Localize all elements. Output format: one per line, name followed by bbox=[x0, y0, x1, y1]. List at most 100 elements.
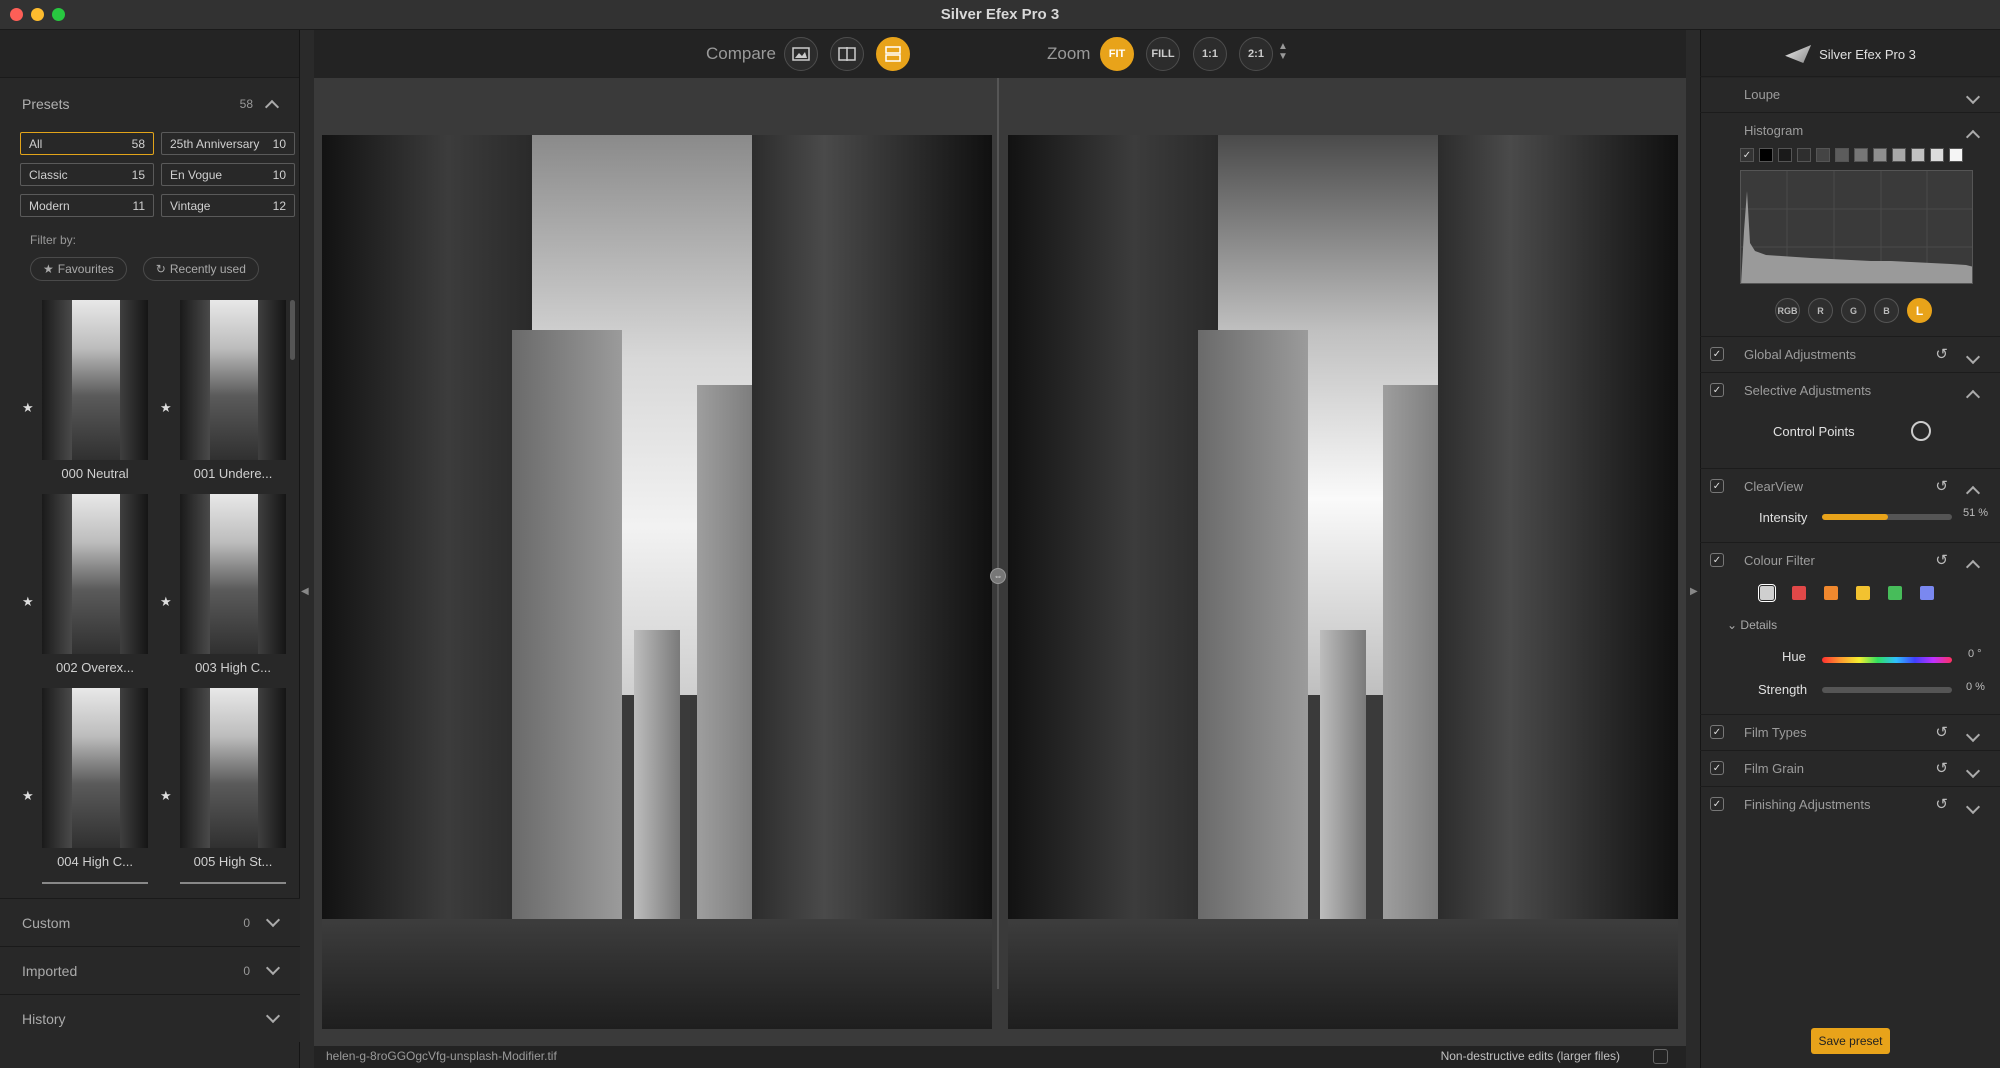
colour-filter-swatch[interactable] bbox=[1824, 586, 1838, 600]
zoom-stepper-icon[interactable]: ▲ ▼ bbox=[1278, 42, 1288, 62]
after-image[interactable] bbox=[1008, 135, 1678, 1029]
preset-thumbnail[interactable]: 001 Undere... bbox=[180, 300, 286, 481]
compare-single-view-button[interactable] bbox=[784, 37, 818, 71]
save-preset-button[interactable]: Save preset bbox=[1811, 1028, 1890, 1054]
channel-l-button[interactable]: L bbox=[1907, 298, 1932, 323]
tone-swatch[interactable] bbox=[1778, 148, 1792, 162]
chevron-down-icon[interactable] bbox=[1965, 727, 1981, 743]
preset-thumbnail[interactable]: 002 Overex... bbox=[42, 494, 148, 675]
zoom-window-button[interactable] bbox=[52, 8, 65, 21]
colour-filter-checkbox[interactable]: ✓ bbox=[1710, 553, 1724, 567]
tone-swatch[interactable] bbox=[1797, 148, 1811, 162]
preset-thumbnail-partial[interactable] bbox=[180, 882, 286, 884]
channel-r-button[interactable]: R bbox=[1808, 298, 1833, 323]
clearview-checkbox[interactable]: ✓ bbox=[1710, 479, 1724, 493]
colour-filter-swatch[interactable] bbox=[1920, 586, 1934, 600]
chevron-down-icon[interactable] bbox=[1965, 799, 1981, 815]
film-grain-checkbox[interactable]: ✓ bbox=[1710, 761, 1724, 775]
histogram-section[interactable]: Histogram bbox=[1700, 112, 2000, 148]
channel-rgb-button[interactable]: RGB bbox=[1775, 298, 1800, 323]
global-adjustments-section[interactable]: ✓ Global Adjustments ↺ bbox=[1700, 336, 2000, 372]
selective-adjustments-checkbox[interactable]: ✓ bbox=[1710, 383, 1724, 397]
reset-icon[interactable]: ↺ bbox=[1935, 795, 1948, 813]
compare-side-by-side-button[interactable] bbox=[876, 37, 910, 71]
non-destructive-checkbox[interactable] bbox=[1653, 1049, 1668, 1064]
favourite-star-icon[interactable]: ★ bbox=[160, 594, 172, 610]
finishing-adjustments-checkbox[interactable]: ✓ bbox=[1710, 797, 1724, 811]
chevron-down-icon[interactable] bbox=[1965, 349, 1981, 365]
check-icon[interactable]: ✓ bbox=[1740, 148, 1754, 162]
film-types-section[interactable]: ✓ Film Types ↺ bbox=[1700, 714, 2000, 750]
global-adjustments-checkbox[interactable]: ✓ bbox=[1710, 347, 1724, 361]
tone-swatch[interactable] bbox=[1835, 148, 1849, 162]
recently-used-chip[interactable]: ↻ Recently used bbox=[142, 257, 259, 281]
tone-swatch[interactable] bbox=[1873, 148, 1887, 162]
clearview-section[interactable]: ✓ ClearView ↺ bbox=[1700, 468, 2000, 504]
tone-swatch[interactable] bbox=[1854, 148, 1868, 162]
category-modern[interactable]: Modern 11 bbox=[20, 194, 154, 217]
imported-section[interactable]: Imported 0 bbox=[0, 946, 300, 994]
category-vintage[interactable]: Vintage 12 bbox=[161, 194, 295, 217]
history-section[interactable]: History bbox=[0, 994, 300, 1042]
chevron-down-icon[interactable] bbox=[265, 1008, 281, 1023]
reset-icon[interactable]: ↺ bbox=[1935, 723, 1948, 741]
category-en-vogue[interactable]: En Vogue 10 bbox=[161, 163, 295, 186]
tone-swatch[interactable] bbox=[1949, 148, 1963, 162]
tone-swatch[interactable] bbox=[1759, 148, 1773, 162]
favourite-star-icon[interactable]: ★ bbox=[22, 594, 34, 610]
zoom-1-1-button[interactable]: 1:1 bbox=[1193, 37, 1227, 71]
chevron-up-icon[interactable] bbox=[1965, 559, 1981, 575]
chevron-down-icon[interactable] bbox=[265, 960, 281, 975]
favourite-star-icon[interactable]: ★ bbox=[160, 788, 172, 804]
favourite-star-icon[interactable]: ★ bbox=[160, 400, 172, 416]
selective-adjustments-section[interactable]: ✓ Selective Adjustments bbox=[1700, 372, 2000, 408]
colour-filter-swatch[interactable] bbox=[1758, 584, 1776, 602]
film-grain-section[interactable]: ✓ Film Grain ↺ bbox=[1700, 750, 2000, 786]
presets-header[interactable]: Presets 58 bbox=[0, 78, 299, 130]
collapse-left-panel-icon[interactable]: ◀ bbox=[301, 586, 309, 597]
colour-filter-swatch[interactable] bbox=[1792, 586, 1806, 600]
custom-section[interactable]: Custom 0 bbox=[0, 898, 300, 946]
zoom-fill-button[interactable]: FILL bbox=[1146, 37, 1180, 71]
preset-thumbnail-partial[interactable] bbox=[42, 882, 148, 884]
chevron-up-icon[interactable] bbox=[1965, 129, 1981, 145]
compare-divider[interactable] bbox=[997, 78, 999, 989]
film-types-checkbox[interactable]: ✓ bbox=[1710, 725, 1724, 739]
tone-swatch[interactable] bbox=[1930, 148, 1944, 162]
before-image[interactable] bbox=[322, 135, 992, 1029]
category-all[interactable]: All 58 bbox=[20, 132, 154, 155]
zoom-2-1-button[interactable]: 2:1 bbox=[1239, 37, 1273, 71]
reset-icon[interactable]: ↺ bbox=[1935, 477, 1948, 495]
category-25th-anniversary[interactable]: 25th Anniversary 10 bbox=[161, 132, 295, 155]
colour-filter-swatch[interactable] bbox=[1888, 586, 1902, 600]
minimize-window-button[interactable] bbox=[31, 8, 44, 21]
channel-g-button[interactable]: G bbox=[1841, 298, 1866, 323]
finishing-adjustments-section[interactable]: ✓ Finishing Adjustments ↺ bbox=[1700, 786, 2000, 822]
image-viewer[interactable]: ◀ ⇔ ▶ bbox=[301, 78, 1698, 1046]
reset-icon[interactable]: ↺ bbox=[1935, 551, 1948, 569]
tone-swatch[interactable] bbox=[1892, 148, 1906, 162]
tone-swatch[interactable] bbox=[1911, 148, 1925, 162]
colour-filter-section[interactable]: ✓ Colour Filter ↺ bbox=[1700, 542, 2000, 578]
chevron-up-icon[interactable] bbox=[1965, 389, 1981, 405]
preset-thumbnail[interactable]: 000 Neutral bbox=[42, 300, 148, 481]
reset-icon[interactable]: ↺ bbox=[1935, 345, 1948, 363]
chevron-down-icon[interactable] bbox=[1965, 89, 1981, 105]
compare-divider-handle[interactable]: ⇔ bbox=[990, 568, 1006, 584]
chevron-up-icon[interactable] bbox=[264, 99, 280, 115]
thumbnail-scrollbar[interactable] bbox=[290, 300, 295, 360]
strength-slider-track[interactable] bbox=[1822, 687, 1952, 693]
preset-thumbnail[interactable]: 003 High C... bbox=[180, 494, 286, 675]
colour-filter-swatch[interactable] bbox=[1856, 586, 1870, 600]
tone-swatch[interactable] bbox=[1816, 148, 1830, 162]
compare-split-view-button[interactable] bbox=[830, 37, 864, 71]
preset-thumbnail[interactable]: 005 High St... bbox=[180, 688, 286, 869]
category-classic[interactable]: Classic 15 bbox=[20, 163, 154, 186]
zoom-fit-button[interactable]: FIT bbox=[1100, 37, 1134, 71]
preset-thumbnail[interactable]: 004 High C... bbox=[42, 688, 148, 869]
close-window-button[interactable] bbox=[10, 8, 23, 21]
chevron-down-icon[interactable] bbox=[1965, 763, 1981, 779]
add-control-point-icon[interactable] bbox=[1911, 421, 1931, 441]
channel-b-button[interactable]: B bbox=[1874, 298, 1899, 323]
details-toggle[interactable]: ⌄ Details bbox=[1727, 618, 1777, 632]
